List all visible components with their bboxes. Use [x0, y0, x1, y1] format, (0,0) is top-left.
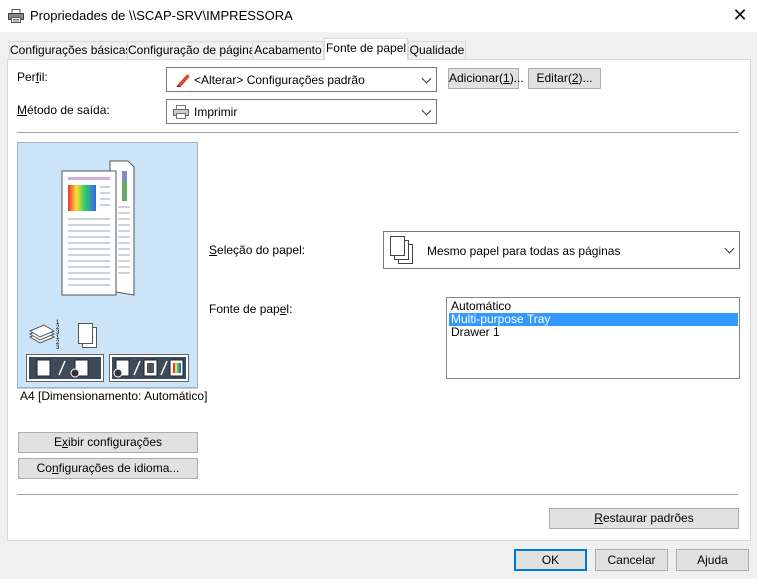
- paper-size-status: A4 [Dimensionamento: Automático]: [17, 388, 207, 404]
- copies-icon: [78, 323, 97, 348]
- tab-configuracoes-basicas[interactable]: Configurações básicas: [9, 41, 131, 59]
- edit-profile-button[interactable]: Editar(2)...: [528, 68, 601, 89]
- help-button[interactable]: Ajuda: [676, 549, 749, 571]
- stack-of-paper-icon: [28, 324, 56, 344]
- show-settings-button[interactable]: Exibir configurações: [18, 432, 198, 453]
- tab-configuracao-pagina[interactable]: Configuração de página: [127, 41, 255, 59]
- output-method-select[interactable]: Imprimir: [166, 99, 437, 124]
- printer-icon: [173, 105, 189, 119]
- stacked-pages-icon: [390, 236, 413, 264]
- tab-acabamento[interactable]: Acabamento: [252, 41, 324, 59]
- paper-source-label: Fonte de papel:: [209, 302, 293, 316]
- printer-icon: [8, 9, 24, 23]
- tab-fonte-de-papel[interactable]: Fonte de papel: [324, 38, 408, 60]
- profile-select[interactable]: <Alterar> Configurações padrão: [166, 67, 437, 92]
- page-preview: 1 2 3 1 2 3: [17, 142, 198, 388]
- paper-source-list[interactable]: Automático Multi-purpose Tray Drawer 1: [446, 297, 740, 379]
- close-button[interactable]: ✕: [726, 4, 754, 28]
- color-toggle-button[interactable]: [109, 354, 189, 382]
- window-title: Propriedades de \\SCAP-SRV\IMPRESSORA: [30, 8, 293, 23]
- paper-selection-select[interactable]: Mesmo papel para todas as páginas: [383, 231, 740, 269]
- restore-defaults-button[interactable]: Restaurar padrões: [549, 508, 739, 529]
- page-layout-icon: [29, 357, 101, 379]
- language-settings-button[interactable]: Configurações de idioma...: [18, 458, 198, 479]
- collate-order-digits: 1 2 3 1 2 3: [56, 320, 60, 351]
- add-profile-button[interactable]: Adicionar(1)...: [448, 68, 524, 89]
- separator: [17, 132, 738, 133]
- close-icon: ✕: [732, 5, 748, 25]
- profile-value: <Alterar> Configurações padrão: [194, 73, 365, 87]
- paper-selection-value: Mesmo papel para todas as páginas: [427, 244, 621, 258]
- color-mode-icon: [112, 357, 186, 379]
- chevron-down-icon: [421, 73, 432, 84]
- chevron-down-icon: [421, 105, 432, 116]
- output-method-value: Imprimir: [194, 105, 238, 119]
- ok-button[interactable]: OK: [514, 549, 587, 571]
- layout-toggle-button[interactable]: [26, 354, 104, 382]
- output-method-label: Método de saída:: [17, 103, 110, 117]
- chevron-down-icon: [724, 243, 735, 254]
- cancel-button[interactable]: Cancelar: [595, 549, 668, 571]
- document-preview-icon: [61, 160, 135, 296]
- paper-selection-label: Seleção do papel:: [209, 243, 306, 257]
- list-item-drawer-1[interactable]: Drawer 1: [449, 326, 738, 339]
- pencil-icon: [176, 74, 190, 88]
- profile-label: Perfil:: [17, 70, 48, 84]
- separator: [17, 494, 738, 495]
- tab-qualidade[interactable]: Qualidade: [408, 41, 466, 59]
